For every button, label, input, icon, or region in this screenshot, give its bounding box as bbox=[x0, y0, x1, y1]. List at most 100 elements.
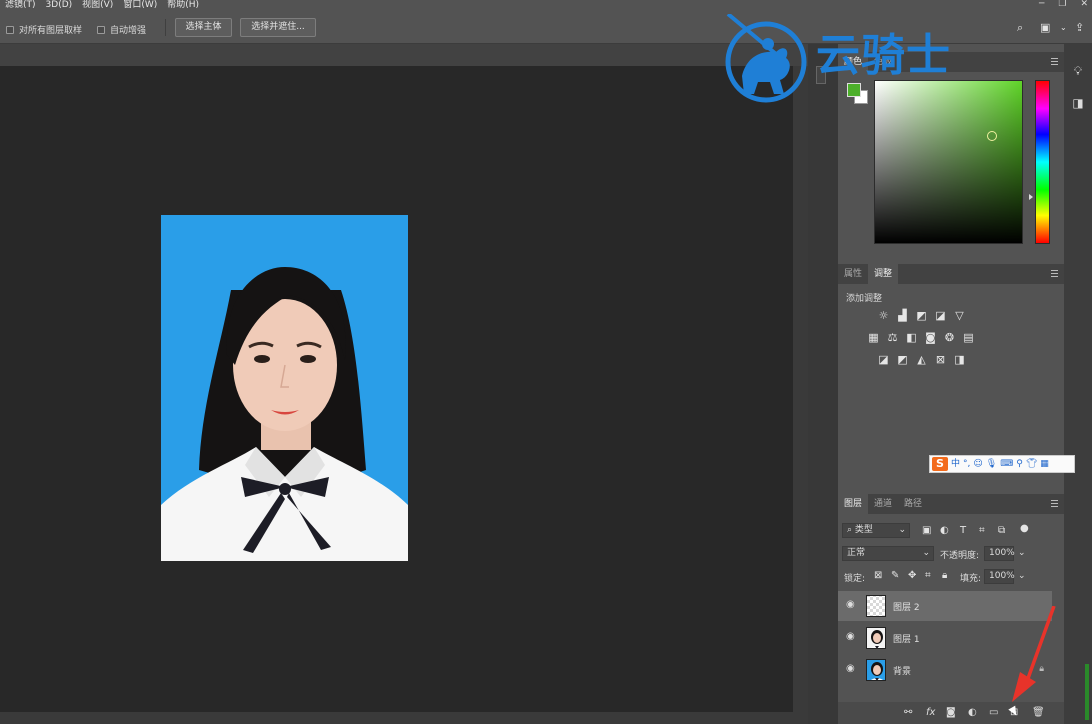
tab-layers[interactable]: 图层 bbox=[838, 494, 869, 514]
watermark-text: 云骑士 bbox=[816, 30, 951, 81]
ime-logo[interactable]: S bbox=[932, 457, 948, 471]
checkbox-box bbox=[97, 25, 105, 34]
fx-icon[interactable]: fx bbox=[926, 708, 935, 718]
lock-artboard-icon[interactable]: ⌗ bbox=[925, 571, 931, 581]
tab-properties[interactable]: 属性 bbox=[838, 264, 868, 284]
brightness-icon[interactable]: ☼ bbox=[876, 309, 891, 322]
minimize-icon[interactable]: ─ bbox=[1039, 0, 1044, 11]
sample-all-layers-checkbox[interactable]: 对所有图层取样 bbox=[6, 23, 82, 36]
photo-filter-icon[interactable]: ◙ bbox=[923, 331, 938, 344]
filter-toggle-icon[interactable]: ● bbox=[1020, 524, 1029, 534]
tab-adjustments[interactable]: 调整 bbox=[868, 264, 899, 284]
vibrance-icon[interactable]: ▽ bbox=[952, 309, 967, 322]
menu-view[interactable]: 视图(V) bbox=[77, 0, 118, 11]
filter-adjustment-icon[interactable]: ◐ bbox=[940, 526, 949, 536]
tab-channels[interactable]: 通道 bbox=[868, 494, 898, 514]
link-layers-icon[interactable]: ⚯ bbox=[904, 708, 912, 718]
panel-menu-icon[interactable] bbox=[1051, 58, 1058, 65]
adjustment-row-2: ▦ ⚖ ◧ ◙ ❂ ▤ bbox=[866, 331, 976, 344]
color-field[interactable] bbox=[874, 80, 1023, 244]
menu-window[interactable]: 窗口(W) bbox=[118, 0, 162, 11]
filter-image-icon[interactable]: ▣ bbox=[922, 526, 931, 536]
gradient-map-icon[interactable]: ◨ bbox=[952, 353, 967, 366]
exposure-icon[interactable]: ◪ bbox=[933, 309, 948, 322]
chevron-down-icon[interactable]: ⌄ bbox=[1018, 548, 1026, 558]
threshold-icon[interactable]: ◭ bbox=[914, 353, 929, 366]
fill-label: 填充: bbox=[960, 574, 982, 584]
curves-icon[interactable]: ◩ bbox=[914, 309, 929, 322]
chevron-down-icon[interactable]: ⌄ bbox=[1018, 571, 1026, 581]
hue-slider-handle[interactable] bbox=[1029, 194, 1033, 200]
filter-smart-object-icon[interactable]: ⧉ bbox=[998, 526, 1005, 536]
horizontal-scrollbar[interactable] bbox=[0, 712, 808, 724]
color-balance-icon[interactable]: ⚖ bbox=[885, 331, 900, 344]
lock-brush-icon[interactable]: ✎ bbox=[891, 571, 899, 581]
lock-position-icon[interactable]: ✥ bbox=[908, 571, 916, 581]
microphone-icon[interactable]: 🎙︎ bbox=[986, 458, 997, 470]
selective-color-icon[interactable]: ⊠ bbox=[933, 353, 948, 366]
adjustments-panel-header: 属性 调整 bbox=[838, 264, 1064, 284]
layer-filter-value: 类型 bbox=[854, 525, 873, 535]
watermark-logo bbox=[724, 12, 808, 107]
filter-shape-icon[interactable]: ⌗ bbox=[979, 526, 985, 536]
toolbox-icon[interactable]: ▦ bbox=[1040, 458, 1049, 470]
foreground-color-swatch[interactable] bbox=[847, 83, 861, 97]
hue-slider[interactable] bbox=[1035, 80, 1050, 244]
keyboard-icon[interactable]: ⌨ bbox=[1000, 458, 1013, 470]
chevron-down-icon: ⌄ bbox=[898, 525, 906, 535]
libraries-icon[interactable]: ◨ bbox=[1069, 94, 1087, 112]
menu-bar: 滤镜(T) 3D(D) 视图(V) 窗口(W) 帮助(H) ─ ❐ ✕ bbox=[0, 0, 1092, 11]
hue-saturation-icon[interactable]: ▦ bbox=[866, 331, 881, 344]
emoji-icon[interactable]: ☺ bbox=[973, 458, 982, 470]
eye-icon[interactable]: ◉ bbox=[846, 632, 856, 642]
black-white-icon[interactable]: ◧ bbox=[904, 331, 919, 344]
portrait-photo bbox=[161, 215, 408, 561]
window-controls: ─ ❐ ✕ bbox=[1039, 0, 1088, 11]
lock-transparent-icon[interactable]: ⊠ bbox=[874, 571, 882, 581]
color-picker-ring[interactable] bbox=[987, 131, 997, 141]
restore-icon[interactable]: ❐ bbox=[1058, 0, 1066, 11]
share-icon[interactable]: ⇪ bbox=[1075, 22, 1084, 33]
color-lookup-icon[interactable]: ▤ bbox=[961, 331, 976, 344]
levels-icon[interactable]: ▟ bbox=[895, 309, 910, 322]
add-mask-icon[interactable]: ◙ bbox=[946, 708, 956, 718]
panel-menu-icon[interactable] bbox=[1051, 500, 1058, 507]
tab-paths[interactable]: 路径 bbox=[898, 494, 928, 514]
layer-name: 图层 2 bbox=[893, 603, 920, 613]
eye-icon[interactable]: ◉ bbox=[846, 600, 856, 610]
channel-mixer-icon[interactable]: ❂ bbox=[942, 331, 957, 344]
user-icon[interactable]: ⚲ bbox=[1016, 458, 1023, 470]
ime-mode[interactable]: 中 bbox=[951, 458, 960, 470]
panel-menu-icon[interactable] bbox=[1051, 270, 1058, 277]
punctuation-icon[interactable]: °, bbox=[963, 458, 970, 470]
auto-enhance-checkbox[interactable]: 自动增强 bbox=[97, 23, 146, 36]
panel-collapse-strip bbox=[808, 44, 838, 724]
select-and-mask-button[interactable]: 选择并遮住... bbox=[240, 18, 316, 37]
fill-input[interactable]: 100% bbox=[984, 569, 1015, 584]
menu-3d[interactable]: 3D(D) bbox=[41, 0, 78, 11]
posterize-icon[interactable]: ◩ bbox=[895, 353, 910, 366]
vertical-scrollbar[interactable] bbox=[793, 66, 808, 712]
adjustment-row-1: ☼ ▟ ◩ ◪ ▽ bbox=[876, 309, 967, 322]
new-group-icon[interactable]: ▭ bbox=[989, 708, 998, 718]
lock-all-icon[interactable]: 🔒︎ bbox=[942, 571, 947, 581]
portrait-illustration bbox=[161, 267, 408, 561]
search-icon[interactable]: ⌕ bbox=[1017, 22, 1023, 33]
new-adjustment-layer-icon[interactable]: ◐ bbox=[968, 708, 977, 718]
layer-name: 图层 1 bbox=[893, 635, 920, 645]
select-subject-button[interactable]: 选择主体 bbox=[175, 18, 232, 37]
lightbulb-icon[interactable]: 💡︎ bbox=[1069, 62, 1087, 80]
skin-icon[interactable]: 👕︎ bbox=[1026, 458, 1037, 470]
menu-help[interactable]: 帮助(H) bbox=[162, 0, 204, 11]
chevron-down-icon[interactable]: ⌄ bbox=[1060, 22, 1067, 33]
blend-mode-select[interactable]: 正常 ⌄ bbox=[842, 546, 934, 561]
workspace-icon[interactable]: ▣ bbox=[1040, 22, 1050, 33]
layer-filter-select[interactable]: ⌕ 类型 ⌄ bbox=[842, 523, 910, 538]
lock-label: 锁定: bbox=[844, 574, 866, 584]
opacity-input[interactable]: 100% bbox=[984, 546, 1015, 561]
close-icon[interactable]: ✕ bbox=[1080, 0, 1088, 11]
filter-type-icon[interactable]: T bbox=[960, 526, 966, 536]
invert-icon[interactable]: ◪ bbox=[876, 353, 891, 366]
menu-filter[interactable]: 滤镜(T) bbox=[0, 0, 41, 11]
eye-icon[interactable]: ◉ bbox=[846, 664, 856, 674]
